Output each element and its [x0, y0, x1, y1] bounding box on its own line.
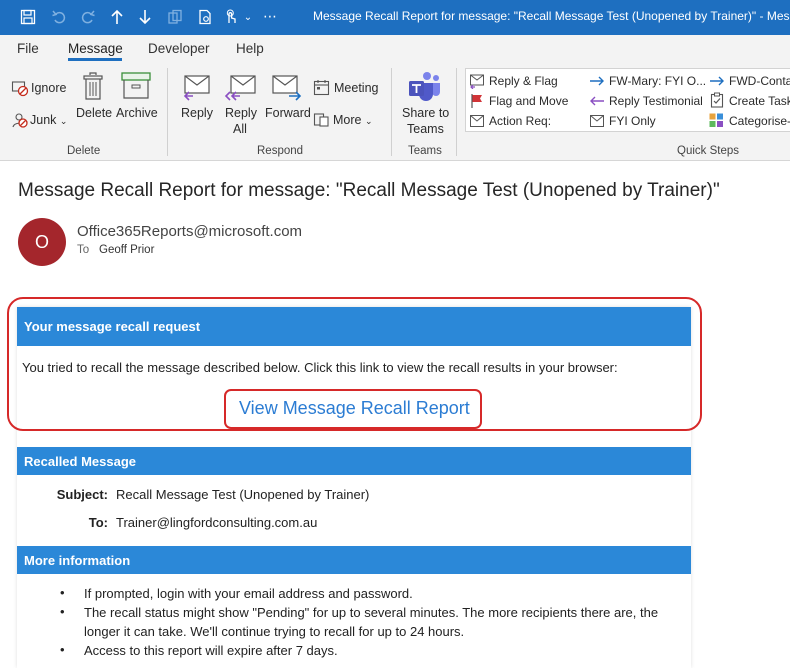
bullet-marker: • — [60, 604, 65, 619]
ignore-button[interactable]: Ignore — [31, 81, 66, 95]
tab-file[interactable]: File — [17, 41, 39, 56]
quick-step-fw-mary[interactable]: FW-Mary: FYI O... — [609, 74, 706, 88]
forward-icon — [271, 74, 303, 107]
quick-step-reply-testimonial[interactable]: Reply Testimonial — [609, 94, 703, 108]
ribbon-separator — [167, 68, 168, 156]
share-to-teams-button[interactable]: Share to — [402, 106, 449, 120]
teams-icon — [407, 70, 441, 107]
delete-group-label: Delete — [67, 145, 101, 157]
bullet-marker: • — [60, 642, 65, 657]
avatar[interactable]: O — [18, 218, 66, 266]
quick-step-fwd-contact[interactable]: FWD-Conta — [729, 74, 790, 88]
action-req-icon — [469, 114, 485, 133]
link-highlight — [224, 389, 482, 429]
quick-step-action-req[interactable]: Action Req: — [489, 114, 551, 128]
undo-icon[interactable] — [48, 6, 70, 28]
recipient-name[interactable]: Geoff Prior — [99, 244, 154, 256]
to-label: To — [77, 244, 90, 256]
reply-flag-icon — [469, 73, 485, 94]
tab-help[interactable]: Help — [236, 41, 264, 56]
categorise-icon — [709, 113, 724, 133]
tab-message[interactable]: Message — [68, 41, 123, 56]
save-icon[interactable] — [17, 6, 39, 28]
info-bullet-3: Access to this report will expire after … — [84, 643, 338, 658]
window-title: Message Recall Report for message: "Reca… — [313, 9, 790, 23]
ribbon-separator — [456, 68, 457, 156]
quick-steps-group-label: Quick Steps — [677, 145, 739, 157]
respond-group-label: Respond — [257, 145, 304, 157]
redo-icon[interactable] — [77, 6, 99, 28]
more-commands-icon[interactable]: ⋯ — [259, 6, 281, 28]
reply-all-label-line1: Reply — [225, 106, 257, 120]
ribbon: Ignore Junk ⌄ Delete Archive Delete Repl… — [0, 63, 790, 161]
quick-step-flag-move[interactable]: Flag and Move — [489, 94, 568, 108]
share-to-teams-line2: Teams — [407, 122, 444, 136]
quick-step-categorise[interactable]: Categorise- — [729, 114, 790, 128]
junk-icon — [11, 111, 29, 134]
recalled-message-header: Recalled Message — [17, 447, 691, 475]
forward-arrow-icon — [589, 74, 605, 93]
teams-group-label: Teams — [408, 145, 442, 157]
ignore-icon — [11, 79, 29, 102]
more-information-header: More information — [17, 546, 691, 574]
reply-all-label-line2: All — [233, 122, 247, 136]
create-task-icon — [710, 92, 724, 113]
more-dropdown-chevron-icon: ⌄ — [364, 116, 373, 126]
recalled-to-value: Trainer@lingfordconsulting.com.au — [116, 515, 318, 530]
more-respond-icon — [313, 111, 330, 133]
more-button[interactable]: More ⌄ — [333, 113, 373, 127]
junk-dropdown-chevron-icon: ⌄ — [59, 116, 68, 126]
reply-icon — [180, 74, 210, 107]
customize-toolbar-chevron-icon[interactable]: ⌄ — [237, 6, 259, 28]
outlook-message-window: { "window": { "title": "Message Recall R… — [0, 0, 790, 668]
recalled-subject-value: Recall Message Test (Unopened by Trainer… — [116, 487, 370, 502]
junk-label: Junk — [30, 113, 57, 127]
bullet-marker: • — [60, 585, 65, 600]
delete-icon — [81, 71, 105, 106]
info-bullet-1: If prompted, login with your email addre… — [84, 586, 413, 601]
share-to-teams-line1: Share to — [402, 106, 450, 120]
quick-step-create-task[interactable]: Create Task — [729, 94, 790, 108]
quick-step-fyi-only[interactable]: FYI Only — [609, 114, 656, 128]
ribbon-separator — [391, 68, 392, 156]
previous-item-arrow-icon[interactable] — [106, 6, 128, 28]
active-tab-indicator — [68, 58, 122, 61]
more-label: More — [333, 113, 362, 127]
meeting-button[interactable]: Meeting — [334, 81, 378, 95]
subject-label: Subject: — [56, 487, 108, 502]
archive-icon — [121, 72, 151, 105]
info-bullet-2: The recall status might show "Pending" f… — [84, 605, 659, 639]
copy-icon[interactable] — [164, 6, 186, 28]
reply-all-icon — [224, 74, 256, 107]
red-flag-icon — [470, 93, 484, 114]
junk-button[interactable]: Junk ⌄ — [30, 113, 67, 127]
fyi-mail-icon — [589, 114, 605, 133]
reply-arrow-icon — [589, 94, 605, 113]
quick-step-reply-flag[interactable]: Reply & Flag — [489, 74, 558, 88]
title-bar: ⌄ ⋯ Message Recall Report for message: "… — [0, 0, 790, 35]
forward-button[interactable]: Forward — [265, 106, 311, 120]
message-subject: Message Recall Report for message: "Reca… — [18, 180, 720, 201]
meeting-icon — [313, 79, 330, 101]
reply-all-button[interactable]: Reply — [225, 106, 257, 120]
tab-developer[interactable]: Developer — [148, 41, 210, 56]
archive-button[interactable]: Archive — [116, 106, 158, 120]
print-preview-icon[interactable] — [194, 6, 216, 28]
delete-button[interactable]: Delete — [76, 106, 112, 120]
reply-button[interactable]: Reply — [181, 106, 213, 120]
sender-address[interactable]: Office365Reports@microsoft.com — [77, 223, 302, 240]
to-field-label: To: — [88, 515, 108, 530]
forward-arrow-icon — [709, 74, 725, 93]
next-item-arrow-icon[interactable] — [134, 6, 156, 28]
